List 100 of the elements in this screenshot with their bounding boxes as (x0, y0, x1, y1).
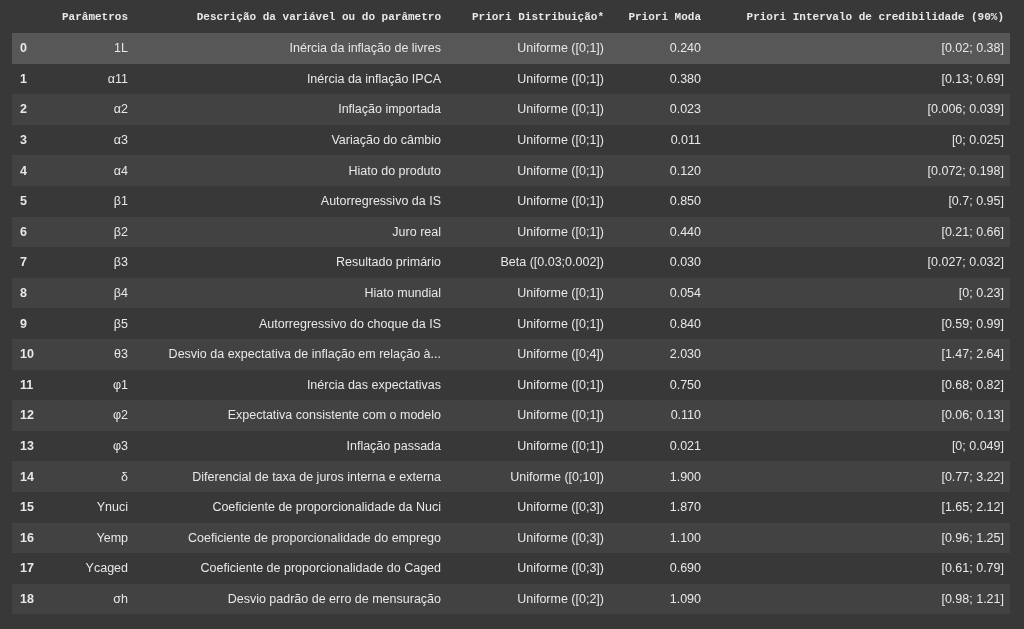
row-index: 1 (12, 63, 46, 95)
table-cell: [0; 0.23] (707, 277, 1010, 309)
table-cell: Desvio padrão de erro de mensuração (134, 583, 447, 615)
table-cell: Autorregressivo da IS (134, 185, 447, 217)
table-cell: β4 (46, 277, 134, 309)
table-cell: φ2 (46, 400, 134, 431)
table-cell: [0.68; 0.82] (707, 369, 1010, 401)
row-index: 6 (12, 216, 46, 248)
table-cell: 0.850 (610, 185, 707, 217)
table-cell: 0.023 (610, 94, 707, 125)
table-cell: [0.77; 3.22] (707, 461, 1010, 492)
table-cell: [0.61; 0.79] (707, 553, 1010, 584)
row-index: 13 (12, 430, 46, 462)
table-cell: 0.750 (610, 369, 707, 401)
table-cell: 0.440 (610, 216, 707, 248)
table-cell: Diferencial de taxa de juros interna e externa (134, 461, 447, 492)
table-cell: Inflação importada (134, 94, 447, 125)
row-index: 2 (12, 94, 46, 125)
table-cell: Uniforme ([0;1]) (447, 369, 610, 401)
table-cell: [0.96; 1.25] (707, 522, 1010, 554)
table-cell: Uniforme ([0;1]) (447, 33, 610, 64)
table-cell: [0.027; 0.032] (707, 247, 1010, 278)
table-cell: Uniforme ([0;1]) (447, 155, 610, 186)
table-cell: Uniforme ([0;1]) (447, 124, 610, 156)
table-cell: Uniforme ([0;10]) (447, 461, 610, 492)
table-cell: Hiato do produto (134, 155, 447, 186)
table-cell: 0.030 (610, 247, 707, 278)
table-cell: Uniforme ([0;1]) (447, 94, 610, 125)
table-cell: Uniforme ([0;3]) (447, 522, 610, 554)
table-cell: 0.120 (610, 155, 707, 186)
table-cell: Ycaged (46, 553, 134, 584)
table-cell: 0.240 (610, 33, 707, 64)
table-cell: β5 (46, 308, 134, 339)
table-cell: 1.100 (610, 522, 707, 554)
table-cell: Uniforme ([0;1]) (447, 277, 610, 309)
row-index: 16 (12, 522, 46, 554)
table-cell: Yemp (46, 522, 134, 554)
table-cell: [0.006; 0.039] (707, 94, 1010, 125)
table-cell: β1 (46, 185, 134, 217)
row-index: 0 (12, 33, 46, 64)
row-index: 9 (12, 308, 46, 339)
table-cell: 0.021 (610, 430, 707, 462)
row-index: 5 (12, 185, 46, 217)
table-cell: 1.090 (610, 583, 707, 615)
table-cell: Hiato mundial (134, 277, 447, 309)
row-index: 11 (12, 369, 46, 401)
table-cell: [1.65; 2.12] (707, 491, 1010, 523)
row-index: 10 (12, 338, 46, 370)
column-header: Priori Intervalo de credibilidade (90%) (707, 0, 1010, 33)
column-header: Priori Moda (610, 0, 707, 33)
table-cell: Uniforme ([0;1]) (447, 185, 610, 217)
table-cell: [0.7; 0.95] (707, 185, 1010, 217)
row-index: 7 (12, 247, 46, 278)
table-cell: [1.47; 2.64] (707, 338, 1010, 370)
table-cell: 1L (46, 33, 134, 64)
table-cell: Juro real (134, 216, 447, 248)
table-cell: Resultado primário (134, 247, 447, 278)
table-cell: β2 (46, 216, 134, 248)
table-cell: Uniforme ([0;1]) (447, 63, 610, 95)
row-index: 12 (12, 400, 46, 431)
table-cell: Variação do câmbio (134, 124, 447, 156)
row-index: 14 (12, 461, 46, 492)
table-cell: 2.030 (610, 338, 707, 370)
table-cell: σh (46, 583, 134, 615)
table-cell: Inflação passada (134, 430, 447, 462)
column-header: Parâmetros (46, 0, 134, 33)
row-index: 18 (12, 583, 46, 615)
table-cell: [0.59; 0.99] (707, 308, 1010, 339)
table-cell: 0.690 (610, 553, 707, 584)
table-cell: θ3 (46, 338, 134, 370)
row-index: 4 (12, 155, 46, 186)
table-cell: Coeficiente de proporcionalidade do emprego (134, 522, 447, 554)
table-cell: 0.840 (610, 308, 707, 339)
table-cell: 1.870 (610, 491, 707, 523)
table-cell: δ (46, 461, 134, 492)
table-cell: Uniforme ([0;3]) (447, 553, 610, 584)
table-cell: Coeficiente de proporcionalidade do Caged (134, 553, 447, 584)
table-cell: Uniforme ([0;4]) (447, 338, 610, 370)
table-cell: [0.072; 0.198] (707, 155, 1010, 186)
table-cell: Coeficiente de proporcionalidade da Nuci (134, 491, 447, 523)
row-index: 3 (12, 124, 46, 156)
table-cell: Ynuci (46, 491, 134, 523)
table-cell: Uniforme ([0;1]) (447, 216, 610, 248)
table-cell: Autorregressivo do choque da IS (134, 308, 447, 339)
table-cell: [0; 0.049] (707, 430, 1010, 462)
table-cell: 0.011 (610, 124, 707, 156)
table-cell: [0; 0.025] (707, 124, 1010, 156)
table-cell: Inércia da inflação IPCA (134, 63, 447, 95)
row-index: 8 (12, 277, 46, 309)
table-cell: α11 (46, 63, 134, 95)
row-index: 17 (12, 553, 46, 584)
row-index: 15 (12, 491, 46, 523)
table-cell: [0.21; 0.66] (707, 216, 1010, 248)
table-cell: α2 (46, 94, 134, 125)
table-cell: Inércia das expectativas (134, 369, 447, 401)
table-cell: Expectativa consistente com o modelo (134, 400, 447, 431)
table-cell: [0.02; 0.38] (707, 33, 1010, 64)
column-header: Priori Distribuição* (447, 0, 610, 33)
table-cell: α4 (46, 155, 134, 186)
table-cell: Inércia da inflação de livres (134, 33, 447, 64)
